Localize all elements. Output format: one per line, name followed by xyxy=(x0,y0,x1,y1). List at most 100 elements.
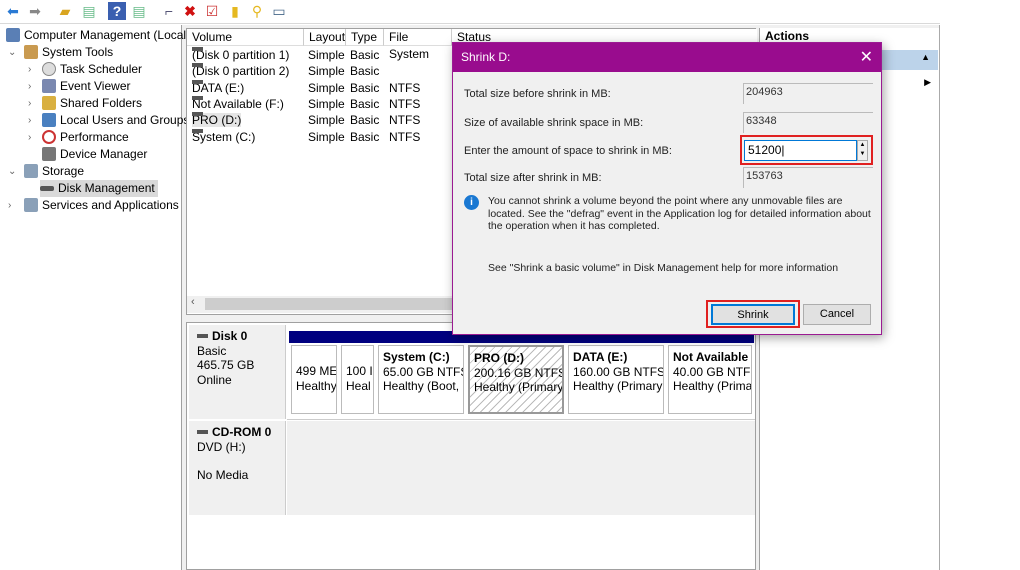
partition-body: PRO (D:) 200.16 GB NTFS Healthy (Primary xyxy=(468,345,564,414)
close-icon[interactable]: ✕ xyxy=(860,43,873,72)
drive-letter: DVD (H:) xyxy=(197,439,246,454)
dialog-title: Shrink D: xyxy=(461,50,511,64)
tree-item-system-tools[interactable]: System Tools xyxy=(24,44,113,61)
delete-icon[interactable]: ✖ xyxy=(181,2,199,20)
show-action-pane-icon[interactable]: ▤ xyxy=(130,2,148,20)
tree-item-services[interactable]: Services and Applications xyxy=(24,197,179,214)
tree-item-task-scheduler[interactable]: Task Scheduler xyxy=(42,61,142,78)
partition-size: 200.16 GB NTFS xyxy=(474,365,564,380)
partition-5[interactable]: Not Available 40.00 GB NTFS Healthy (Prima xyxy=(666,331,754,414)
spin-buttons[interactable]: ▲ ▼ xyxy=(857,140,868,161)
partition-status: Healthy (Prima xyxy=(673,379,752,393)
cdrom-area xyxy=(287,421,755,515)
chevron-down-icon[interactable]: ⌄ xyxy=(8,163,16,180)
scroll-left-icon[interactable]: ‹ xyxy=(191,296,195,308)
partition-name: PRO (D:) xyxy=(474,351,524,365)
chevron-right-icon[interactable]: › xyxy=(28,112,31,129)
tree-item-performance[interactable]: Performance xyxy=(42,129,129,146)
table-cell: Basic xyxy=(350,96,380,111)
volume-icon xyxy=(192,47,203,51)
tree-root[interactable]: Computer Management (Local xyxy=(6,27,186,44)
tree-item-event-viewer[interactable]: Event Viewer xyxy=(42,78,130,95)
table-cell: Simple xyxy=(308,129,345,144)
partition-3[interactable]: PRO (D:) 200.16 GB NTFS Healthy (Primary xyxy=(466,331,566,414)
table-cell: Not Available (F:) xyxy=(192,95,284,112)
up-folder-icon[interactable]: ▰ xyxy=(56,2,74,20)
disk-graphical-view: Disk 0 Basic 465.75 GB Online 499 ME Heal… xyxy=(186,322,756,570)
partition-name: System (C:) xyxy=(383,350,450,364)
back-arrow-icon[interactable]: ⬅ xyxy=(4,2,22,20)
tree-item-shared-folders[interactable]: Shared Folders xyxy=(42,95,142,112)
volume-name: (Disk 0 partition 1) xyxy=(192,48,290,62)
column-header-file-system[interactable]: File System xyxy=(384,29,452,61)
volume-icon xyxy=(192,112,203,117)
label: Device Manager xyxy=(60,147,148,161)
column-header-layout[interactable]: Layout xyxy=(304,29,346,46)
tree-item-storage[interactable]: Storage xyxy=(24,163,84,180)
partition-0[interactable]: 499 ME Healthy xyxy=(289,331,339,414)
shrink-amount-input[interactable]: 51200| xyxy=(744,140,857,161)
event-viewer-icon xyxy=(42,79,56,93)
disk-icon xyxy=(197,334,208,338)
table-cell: Basic xyxy=(350,129,380,144)
storage-icon xyxy=(24,164,38,178)
table-cell: PRO (D:) xyxy=(192,112,242,128)
disk-name: Disk 0 xyxy=(212,329,248,343)
shrink-dialog: Shrink D: ✕ Total size before shrink in … xyxy=(452,42,882,335)
import-icon[interactable]: ▮ xyxy=(226,2,244,20)
partition-1[interactable]: 100 I Heal xyxy=(339,331,376,414)
tree-item-device-manager[interactable]: Device Manager xyxy=(42,146,147,163)
cancel-button[interactable]: Cancel xyxy=(803,304,871,325)
available-shrink-label: Size of available shrink space in MB: xyxy=(464,117,644,129)
label: Services and Applications xyxy=(42,198,179,212)
total-size-after-label: Total size after shrink in MB: xyxy=(464,172,602,184)
volume-icon xyxy=(192,63,203,68)
show-hide-console-tree-icon[interactable]: ▤ xyxy=(80,2,98,20)
console-tree: Computer Management (Local ⌄ System Tool… xyxy=(0,25,189,570)
partition-body: 100 I Heal xyxy=(341,345,374,414)
chevron-right-icon[interactable]: › xyxy=(28,61,31,78)
shrink-button[interactable]: Shrink xyxy=(711,304,795,325)
users-icon xyxy=(42,113,56,127)
more-actions-arrow-icon[interactable]: ▶ xyxy=(924,77,931,88)
tree-item-local-users[interactable]: Local Users and Groups xyxy=(42,112,189,129)
table-cell: Basic xyxy=(350,80,380,95)
partition-body: Not Available 40.00 GB NTFS Healthy (Prima xyxy=(668,345,752,414)
partition-4[interactable]: DATA (E:) 160.00 GB NTFS Healthy (Primary xyxy=(566,331,666,414)
column-header-type[interactable]: Type xyxy=(346,29,384,46)
partition-status: Healthy xyxy=(296,378,337,393)
column-header-volume[interactable]: Volume xyxy=(187,29,304,46)
chevron-right-icon[interactable]: › xyxy=(28,129,31,146)
properties-icon[interactable]: ☑ xyxy=(203,2,221,20)
shrink-amount-label: Enter the amount of space to shrink in M… xyxy=(464,145,672,157)
partition-2[interactable]: System (C:) 65.00 GB NTFS Healthy (Boot, xyxy=(376,331,466,414)
disk-name: CD-ROM 0 xyxy=(212,425,272,439)
spin-up-icon[interactable]: ▲ xyxy=(858,141,867,150)
device-manager-icon xyxy=(42,147,56,161)
shrink-amount-value: 51200 xyxy=(748,143,782,157)
connect-icon[interactable]: ⌐ xyxy=(160,2,178,20)
help-icon[interactable]: ? xyxy=(108,2,126,20)
spin-down-icon[interactable]: ▼ xyxy=(858,150,867,159)
table-cell: System (C:) xyxy=(192,128,255,145)
list-icon[interactable]: ▭ xyxy=(270,2,288,20)
clock-icon xyxy=(42,62,56,76)
tree-item-disk-management[interactable]: Disk Management xyxy=(40,180,158,197)
chevron-right-icon[interactable]: › xyxy=(28,78,31,95)
cdrom-0-label[interactable]: CD-ROM 0 DVD (H:) No Media xyxy=(189,421,286,515)
search-icon[interactable]: ⚲ xyxy=(248,2,266,20)
scrollbar-thumb[interactable] xyxy=(205,298,455,310)
table-cell: Simple xyxy=(308,48,345,62)
table-cell: (Disk 0 partition 2) xyxy=(192,63,289,79)
disk-0-label[interactable]: Disk 0 Basic 465.75 GB Online xyxy=(189,325,286,419)
shared-folder-icon xyxy=(42,96,56,110)
forward-arrow-icon[interactable]: ➡ xyxy=(26,2,44,20)
disk-type: Basic xyxy=(197,343,227,358)
help-text[interactable]: See "Shrink a basic volume" in Disk Mana… xyxy=(488,262,838,274)
chevron-right-icon[interactable]: › xyxy=(28,95,31,112)
toolbar: ⬅ ➡ ▰ ▤ ? ▤ ⌐ ✖ ☑ ▮ ⚲ ▭ xyxy=(0,0,940,24)
chevron-right-icon[interactable]: › xyxy=(8,197,11,214)
collapse-up-icon[interactable]: ▲ xyxy=(921,52,930,62)
volume-icon xyxy=(192,128,203,133)
chevron-down-icon[interactable]: ⌄ xyxy=(8,44,16,61)
